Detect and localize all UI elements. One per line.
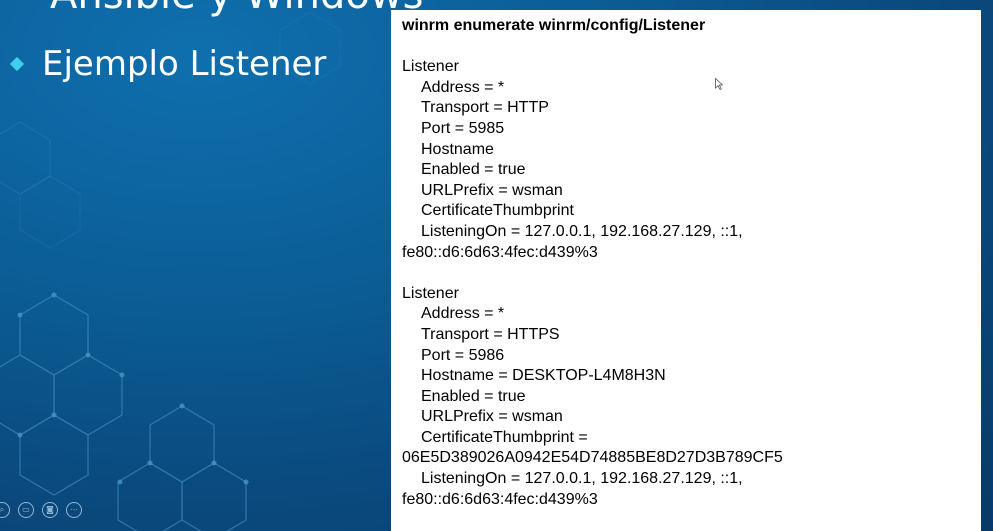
code-line: URLPrefix = wsman [421, 408, 563, 426]
subtitles-icon[interactable]: ▭ [18, 502, 34, 518]
code-output-panel: winrm enumerate winrm/config/Listener Li… [391, 10, 981, 531]
code-line: Port = 5985 [421, 119, 505, 137]
code-line: CertificateThumbprint = [421, 428, 588, 446]
code-line: Port = 5986 [421, 346, 505, 364]
bullet-item: Ejemplo Listener [9, 44, 327, 84]
code-output-lines: Listener Address = * Transport = HTTP Port … [402, 37, 981, 511]
code-line: Listener [402, 284, 459, 302]
code-line: ListeningOn = 127.0.0.1, 192.168.27.129,… [421, 222, 743, 240]
slide-title: Ansible y Windows [50, 0, 423, 18]
code-line: URLPrefix = wsman [421, 181, 563, 199]
magnifier-icon[interactable]: ⌕ [0, 502, 10, 518]
code-line: CertificateThumbprint [421, 202, 574, 220]
code-line: 06E5D389026A0942E54D74885BE8D27D3B789CF5 [402, 449, 783, 467]
code-line: ListeningOn = 127.0.0.1, 192.168.27.129,… [421, 470, 743, 488]
more-icon[interactable]: ⋯ [66, 502, 82, 518]
code-line: Transport = HTTP [421, 99, 549, 117]
code-line: Hostname = DESKTOP-L4M8H3N [421, 367, 666, 385]
code-line: Transport = HTTPS [421, 325, 560, 343]
bullet-text: Ejemplo Listener [42, 44, 327, 84]
code-line: Enabled = true [421, 161, 526, 179]
command-line: winrm enumerate winrm/config/Listener [402, 17, 706, 34]
code-line: fe80::d6:6d63:4fec:d439%3 [402, 490, 598, 508]
code-line: fe80::d6:6d63:4fec:d439%3 [402, 243, 598, 261]
diamond-bullet-icon [9, 56, 25, 72]
code-line: Enabled = true [421, 387, 526, 405]
code-line: Address = * [421, 78, 505, 96]
slide: { "slide": { "title": "Ansible y Windows… [0, 0, 993, 531]
mouse-cursor-icon [715, 78, 723, 90]
presentation-controls: ⌕ ▭ ◙ ⋯ [0, 502, 90, 518]
camera-icon[interactable]: ◙ [42, 502, 58, 518]
code-line: Listener [402, 58, 459, 76]
code-line: Address = * [421, 305, 505, 323]
code-line: Hostname [421, 140, 494, 158]
